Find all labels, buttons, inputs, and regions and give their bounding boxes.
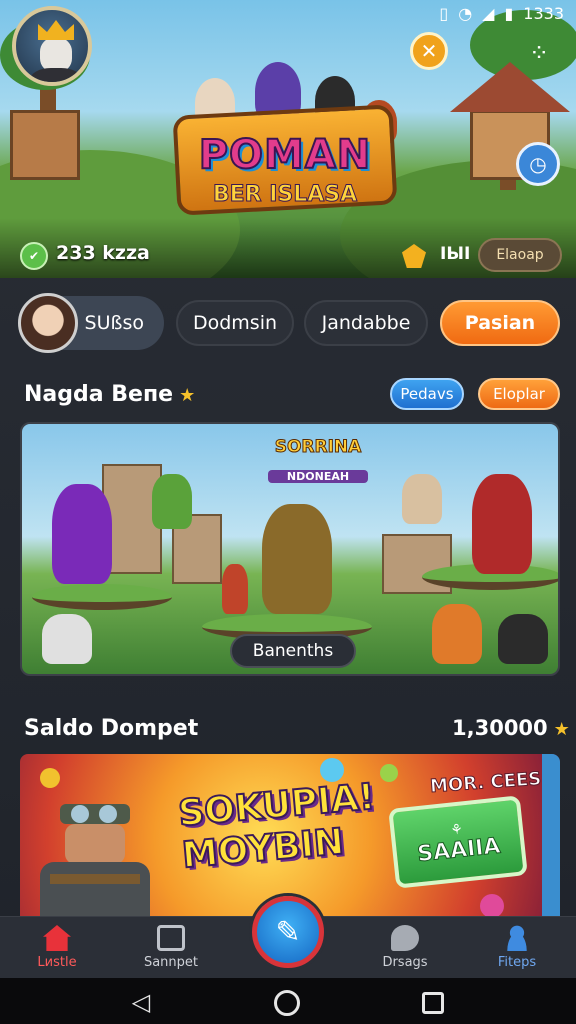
battery-icon: ▮	[504, 3, 514, 23]
profile-avatar	[18, 293, 78, 353]
banner-promo-text: MOR. CEES,	[429, 767, 549, 798]
nav-item-profile[interactable]: Fiteps	[472, 921, 562, 975]
map-button[interactable]: Elaoap	[478, 238, 562, 272]
vibrate-icon: ▯	[439, 3, 449, 23]
character-figure	[402, 474, 442, 524]
platform	[32, 584, 172, 610]
home-circle-icon[interactable]	[274, 990, 300, 1016]
wifi-icon: ◔	[458, 3, 473, 23]
logo-subtitle: BER ISLASA	[212, 182, 358, 208]
status-time: 1333	[523, 3, 564, 23]
wallet-section-title: Saldo Dompet	[24, 716, 199, 741]
signal-icon: ◢	[482, 3, 495, 23]
gem-decoration	[480, 894, 504, 918]
character-figure	[432, 604, 482, 664]
play-fab-button[interactable]: ✎	[252, 896, 324, 968]
card-action-button[interactable]: Banenths	[230, 634, 356, 668]
banner-sign[interactable]: ⚘ SAAIIA	[388, 795, 528, 889]
filter-button-orange[interactable]: Eloplar	[478, 378, 560, 410]
clock-icon: ◷	[529, 152, 547, 176]
character-figure	[472, 474, 532, 574]
tab-jandabbe[interactable]: Jandabbe	[304, 300, 428, 346]
nav-label: Drsags	[382, 955, 428, 970]
sign-icon: ⚘	[449, 820, 464, 839]
character-figure	[152, 474, 192, 529]
character-figure	[52, 484, 112, 584]
nav-item-chat[interactable]: Drsags	[360, 921, 450, 975]
character-figure	[498, 614, 548, 664]
app-screen: POMAN BER ISLASA ▯ ◔ ◢ ▮ 1333 ✕ ⁘ ◷ ✔ 23…	[0, 0, 576, 1024]
star-icon: ★	[553, 719, 570, 740]
game-logo: POMAN BER ISLASA	[165, 62, 405, 220]
card-game-logo-sub: NDONEAH	[268, 470, 368, 483]
tab-label: SUßso	[84, 312, 144, 334]
filter-button-blue[interactable]: Pedavs	[390, 378, 464, 410]
star-icon: ★	[179, 385, 196, 406]
gem-icon: ✔	[20, 242, 48, 270]
compass-button[interactable]: ✕	[410, 32, 448, 70]
sword-icon: ✎	[275, 914, 301, 950]
logo-title: POMAN	[198, 131, 372, 179]
wallet-icon	[157, 925, 185, 951]
category-tabs: SUßso Dodmsin Jandabbe Pasian	[18, 293, 560, 353]
dots-icon: ⁘	[528, 39, 550, 67]
character-figure	[42, 614, 92, 664]
soldier-character	[40, 804, 150, 922]
ratio-label: IЫI	[440, 244, 471, 264]
coin-balance: 233 kzza	[56, 242, 150, 264]
character-figure	[222, 564, 248, 614]
tab-profile[interactable]: SUßso	[18, 293, 164, 353]
profile-icon	[503, 925, 531, 951]
nav-item-wallet[interactable]: Sannpet	[126, 921, 216, 975]
back-icon[interactable]: ◁	[128, 990, 154, 1016]
wallet-balance-value: 1,30000	[452, 716, 548, 740]
avatar-face	[40, 38, 72, 72]
section-title-text: Nagda Beпe	[24, 382, 174, 407]
house	[10, 110, 80, 180]
nav-label: Lиstle	[37, 955, 77, 970]
menu-button[interactable]: ⁘	[520, 34, 558, 72]
timer-button[interactable]: ◷	[516, 142, 560, 186]
nav-label: Sannpet	[143, 955, 199, 970]
banner-sign-text: SAAIIA	[416, 833, 502, 868]
house-roof	[450, 62, 570, 112]
compass-icon: ✕	[420, 39, 438, 63]
home-icon	[43, 925, 71, 951]
banner-headline: SOKUPIA! MOYBIN	[176, 776, 378, 878]
card-game-logo: SORRINA	[274, 437, 362, 457]
recents-icon[interactable]	[422, 992, 444, 1014]
system-nav-bar: ◁	[0, 978, 576, 1024]
section-title: Nagda Beпe ★	[24, 382, 195, 407]
chat-icon	[391, 925, 419, 951]
tab-pasian[interactable]: Pasian	[440, 300, 560, 346]
nav-label: Fiteps	[497, 955, 537, 970]
nav-item-home[interactable]: Lиstle	[12, 921, 102, 975]
featured-game-card[interactable]: SORRINA NDONEAH Banenths	[20, 422, 560, 676]
wallet-balance: 1,30000 ★	[452, 716, 570, 740]
status-bar: ▯ ◔ ◢ ▮ 1333	[0, 0, 576, 26]
tab-dodmsin[interactable]: Dodmsin	[176, 300, 294, 346]
character-figure	[262, 504, 332, 614]
next-banner-peek[interactable]	[542, 754, 560, 922]
